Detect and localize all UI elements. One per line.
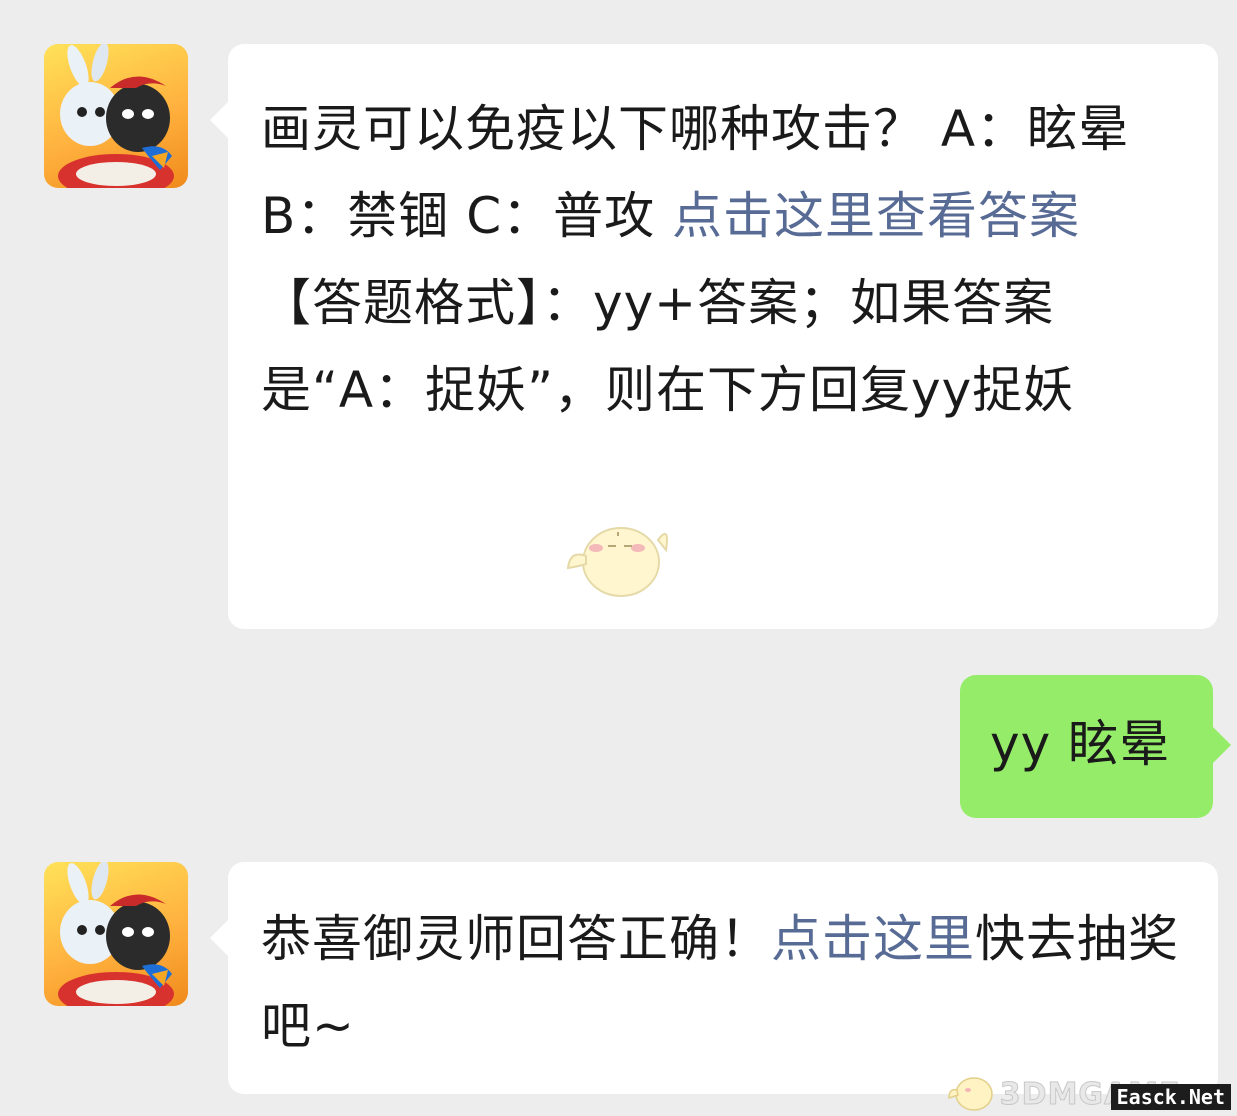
chick-mascot-icon bbox=[566, 527, 668, 597]
sender-avatar[interactable] bbox=[44, 44, 188, 188]
message-text: 恭喜御灵师回答正确！点击这里快去抽奖吧~ bbox=[261, 896, 1188, 1070]
reply-text: yy 眩晕 bbox=[990, 715, 1171, 773]
message-bubble-reply[interactable]: yy 眩晕 bbox=[960, 675, 1231, 818]
answer-format-text: 【答题格式】：yy+答案；如果答案是“A：捉妖”，则在下方回复yy捉妖 bbox=[261, 274, 1075, 419]
view-answer-link[interactable]: 点击这里查看答案 bbox=[672, 187, 1080, 245]
result-text: 恭喜御灵师回答正确！ bbox=[261, 910, 771, 968]
watermark-site: Easck.Net bbox=[1110, 1084, 1231, 1110]
watermark: 3DMGAME Easck.Net bbox=[948, 1068, 1231, 1113]
sender-avatar[interactable] bbox=[44, 862, 188, 1006]
chick-mascot-icon bbox=[948, 1077, 993, 1111]
message-text: 画灵可以免疫以下哪种攻击？ A：眩晕 B：禁锢 C：普攻 点击这里查看答案 【答… bbox=[261, 86, 1188, 434]
game-app-avatar-icon bbox=[58, 862, 174, 1006]
message-bubble-result[interactable]: 恭喜御灵师回答正确！点击这里快去抽奖吧~ bbox=[210, 862, 1218, 1094]
game-app-avatar-icon bbox=[58, 44, 174, 188]
lottery-link[interactable]: 点击这里 bbox=[771, 910, 975, 968]
message-bubble-question[interactable]: 画灵可以免疫以下哪种攻击？ A：眩晕 B：禁锢 C：普攻 点击这里查看答案 【答… bbox=[210, 44, 1218, 629]
